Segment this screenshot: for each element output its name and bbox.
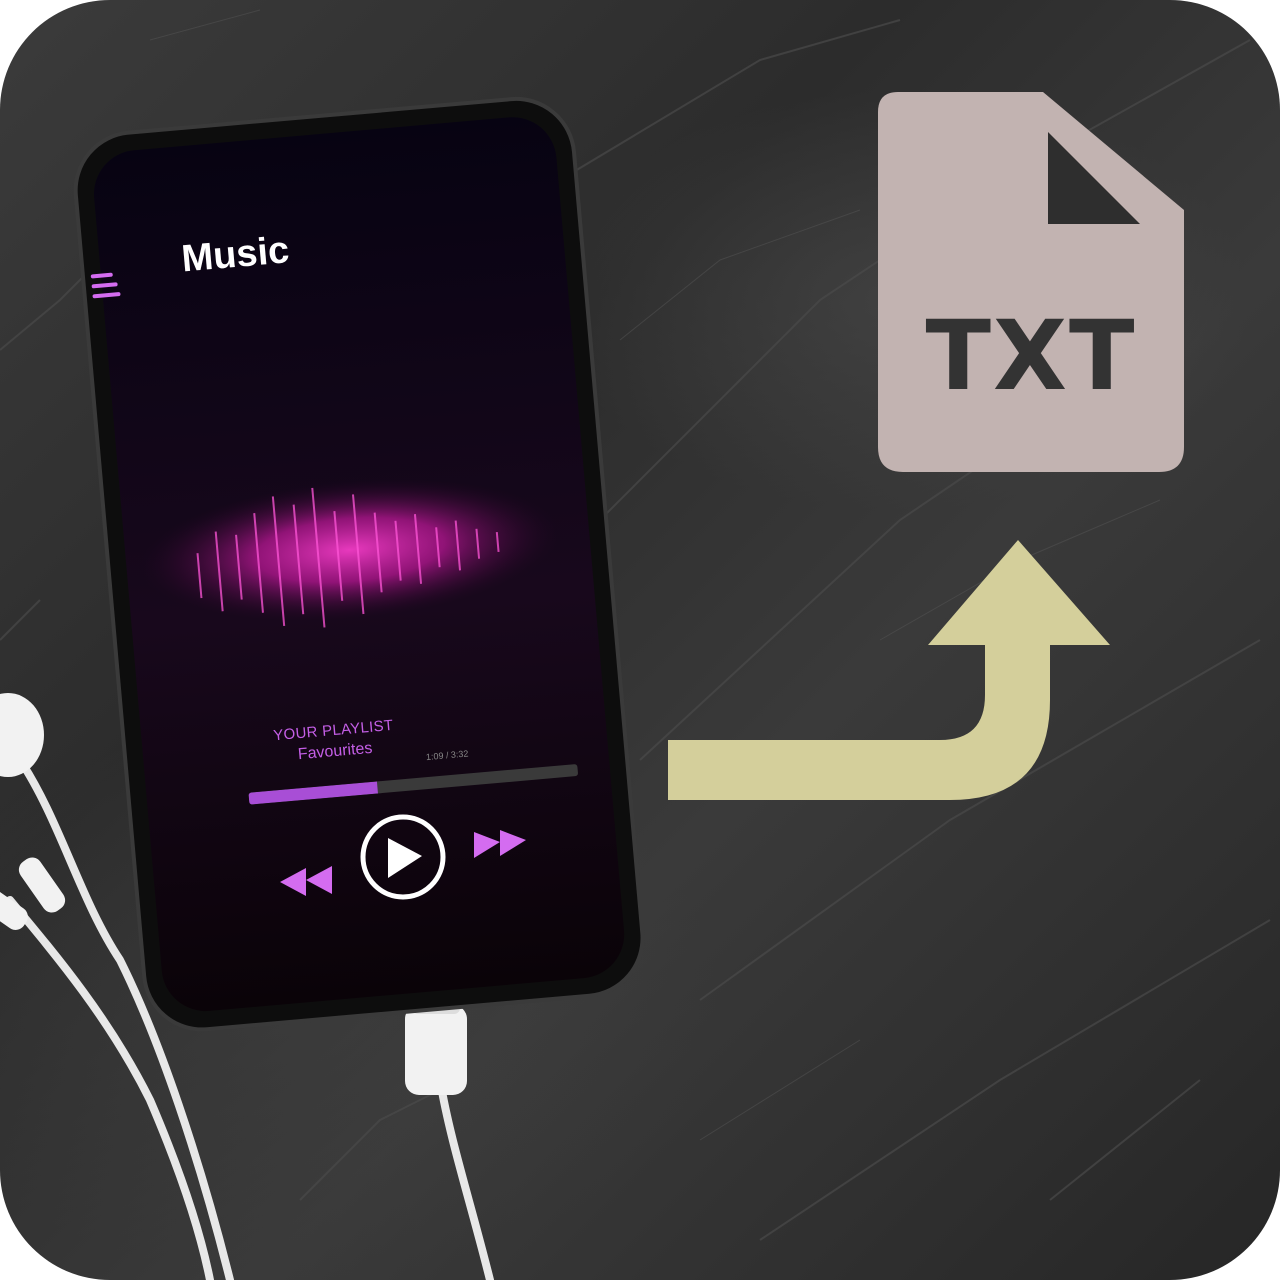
stone-background: Music YOUR PLAYLIST Favourites 1:09 / 3:… [0,0,1280,1280]
file-type-label: TXT [925,300,1137,412]
file-document-icon [878,92,1184,472]
txt-file-icon[interactable]: TXT [878,92,1184,472]
